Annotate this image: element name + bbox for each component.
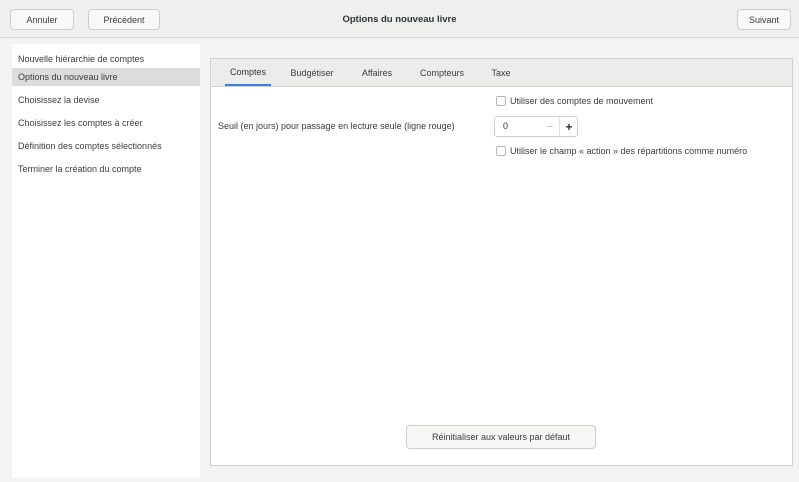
readonly-threshold-value[interactable]: 0: [503, 121, 508, 131]
tab-budgetiser[interactable]: Budgétiser: [283, 59, 341, 86]
tab-bar: Comptes Budgétiser Affaires Compteurs Ta…: [211, 59, 792, 87]
increment-button[interactable]: +: [559, 117, 578, 136]
sidebar-item-book-options: Options du nouveau livre: [12, 68, 200, 86]
sidebar-item-choose-currency: Choisissez la devise: [18, 95, 100, 105]
split-action-label: Utiliser le champ « action » des réparti…: [510, 146, 748, 156]
decrement-button[interactable]: −: [541, 117, 559, 136]
tab-compteurs[interactable]: Compteurs: [411, 59, 473, 86]
cancel-button[interactable]: Annuler: [10, 9, 74, 30]
sidebar-item-finish: Terminer la création du compte: [18, 164, 142, 174]
sidebar-item-choose-accounts: Choisissez les comptes à créer: [18, 118, 143, 128]
sidebar-item-new-hierarchy: Nouvelle hiérarchie de comptes: [18, 54, 145, 64]
tab-affaires[interactable]: Affaires: [353, 59, 401, 86]
trading-accounts-checkbox[interactable]: [496, 96, 506, 106]
assistant-header-bar: Annuler Précédent Options du nouveau liv…: [0, 0, 799, 38]
tab-taxe[interactable]: Taxe: [483, 59, 519, 86]
readonly-threshold-label: Seuil (en jours) pour passage en lecture…: [218, 121, 455, 131]
previous-button[interactable]: Précédent: [88, 9, 160, 30]
readonly-threshold-spinner[interactable]: 0 − +: [494, 116, 578, 137]
split-action-checkbox[interactable]: [496, 146, 506, 156]
sidebar-item-define-accounts: Définition des comptes sélectionnés: [18, 141, 162, 151]
tab-comptes[interactable]: Comptes: [225, 59, 271, 86]
main-panel: Comptes Budgétiser Affaires Compteurs Ta…: [200, 44, 799, 482]
trading-accounts-label: Utiliser des comptes de mouvement: [510, 96, 654, 106]
next-button[interactable]: Suivant: [737, 9, 791, 30]
assistant-steps-sidebar: Nouvelle hiérarchie de comptes Options d…: [12, 44, 200, 478]
reset-defaults-button[interactable]: Réinitialiser aux valeurs par défaut: [406, 425, 596, 449]
